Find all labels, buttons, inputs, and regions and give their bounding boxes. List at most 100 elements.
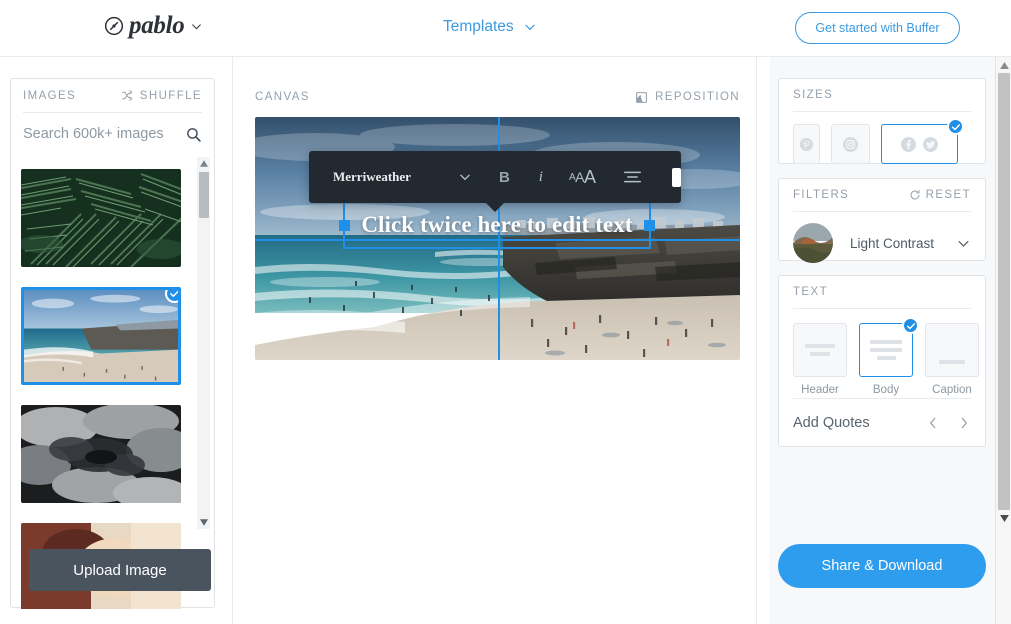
- filters-title: FILTERS: [793, 189, 850, 201]
- check-icon: [947, 118, 964, 135]
- shuffle-button[interactable]: SHUFFLE: [121, 89, 202, 102]
- chevron-right-icon[interactable]: [957, 416, 971, 430]
- reposition-label: REPOSITION: [655, 91, 740, 103]
- preview-bar: [805, 344, 835, 348]
- toolbar-pointer: [486, 203, 504, 212]
- reset-filters-button[interactable]: RESET: [909, 189, 971, 201]
- templates-menu[interactable]: Templates: [443, 18, 537, 36]
- text-header: TEXT: [793, 276, 971, 309]
- pinterest-icon: [799, 137, 814, 151]
- preview-bar: [870, 348, 902, 352]
- reset-circle-icon: [910, 190, 920, 200]
- text-title: TEXT: [793, 286, 828, 298]
- font-family-selector[interactable]: Merriweather: [333, 169, 411, 185]
- search-input[interactable]: [23, 126, 173, 142]
- chevron-down-icon: [460, 174, 470, 181]
- filter-selector[interactable]: Light Contrast: [779, 212, 985, 263]
- resize-handle-left[interactable]: [339, 219, 350, 231]
- preview-bar: [876, 356, 896, 360]
- search-row: [23, 113, 202, 155]
- instagram-icon: [843, 136, 858, 152]
- header-style-preview: [793, 323, 847, 377]
- shuffle-icon: [121, 90, 133, 101]
- align-button[interactable]: [623, 170, 642, 184]
- text-style-label: Header: [801, 384, 839, 396]
- scrollbar-thumb[interactable]: [199, 172, 209, 218]
- filter-name: Light Contrast: [850, 235, 935, 251]
- text-style-body[interactable]: Body: [859, 317, 919, 396]
- images-panel: IMAGES SHUFFLE Search 600k+ images Uploa…: [10, 78, 215, 609]
- preview-bar: [810, 352, 830, 356]
- page-scrollbar[interactable]: [995, 57, 1011, 624]
- pablo-app: pablo Templates Get started with Buffer …: [0, 0, 1011, 624]
- filters-card: FILTERS RESET Light Contrast: [778, 178, 986, 263]
- chevron-down-icon: [190, 20, 203, 33]
- triangle-down-icon[interactable]: [996, 510, 1011, 526]
- thumb-list-inner: [21, 169, 191, 609]
- facebook-icon: [901, 136, 916, 152]
- quotes-navigation: [926, 416, 971, 430]
- share-and-download-button[interactable]: Share & Download: [778, 544, 986, 588]
- sizes-header: SIZES: [793, 79, 971, 112]
- get-started-with-buffer-button[interactable]: Get started with Buffer: [795, 12, 960, 44]
- size-option-facebook-twitter[interactable]: [881, 118, 964, 164]
- add-quotes-row: Add Quotes: [793, 398, 971, 446]
- canvas-section: CANVAS REPOSITION Click twice here to ed…: [232, 57, 757, 624]
- list-item[interactable]: [21, 169, 181, 267]
- image-thumbnail-list[interactable]: [21, 169, 206, 609]
- canvas-label: CANVAS: [255, 91, 310, 103]
- reposition-button[interactable]: REPOSITION: [635, 91, 740, 104]
- preview-bar: [939, 360, 965, 364]
- sizes-title: SIZES: [793, 89, 834, 101]
- reset-label: RESET: [925, 189, 971, 201]
- triangle-down-icon[interactable]: [197, 516, 210, 529]
- italic-button[interactable]: i: [539, 169, 543, 186]
- app-header: pablo Templates Get started with Buffer: [0, 0, 1011, 57]
- text-style-caption[interactable]: Caption: [925, 323, 979, 396]
- list-item[interactable]: [21, 405, 181, 503]
- resize-handle-right[interactable]: [644, 219, 655, 231]
- search-icon[interactable]: [185, 126, 202, 143]
- list-item[interactable]: [21, 287, 181, 385]
- align-center-icon: [623, 171, 641, 183]
- beach-coastline-thumbnail: [24, 290, 178, 382]
- page-scrollbar-thumb[interactable]: [998, 73, 1010, 510]
- text-style-label: Caption: [932, 384, 972, 396]
- check-icon: [902, 317, 919, 334]
- font-size-button[interactable]: AAA: [569, 167, 596, 188]
- check-icon: [165, 290, 178, 303]
- pablo-logo[interactable]: pablo: [104, 12, 203, 40]
- size-option-instagram[interactable]: [831, 124, 870, 164]
- images-scrollbar[interactable]: [197, 157, 210, 529]
- text-style-label: Body: [872, 384, 900, 396]
- twitter-icon: [923, 136, 938, 152]
- images-panel-title: IMAGES: [23, 89, 77, 102]
- sizes-options: [779, 112, 985, 164]
- triangle-up-icon[interactable]: [197, 157, 210, 170]
- green-ferns-thumbnail: [21, 169, 181, 267]
- caption-style-preview: [925, 323, 979, 377]
- images-panel-header: IMAGES SHUFFLE: [23, 79, 202, 113]
- size-option-pinterest[interactable]: [793, 124, 820, 164]
- pablo-circle-slash-icon: [104, 16, 124, 36]
- sizes-card: SIZES: [778, 78, 986, 164]
- preview-bar: [870, 340, 902, 344]
- font-size-large: A: [583, 166, 596, 187]
- body-style-preview: [859, 317, 919, 377]
- chevron-left-icon[interactable]: [926, 416, 940, 430]
- upload-image-button[interactable]: Upload Image: [29, 549, 211, 591]
- chevron-down-icon[interactable]: [956, 236, 971, 251]
- text-style-header[interactable]: Header: [793, 323, 847, 396]
- text-card: TEXT Header Body Caption Add Quotes: [778, 275, 986, 447]
- templates-label: Templates: [443, 18, 514, 35]
- bold-button[interactable]: B: [499, 169, 510, 186]
- filter-preview-thumbnail: [793, 223, 833, 263]
- shuffle-label: SHUFFLE: [139, 89, 202, 102]
- triangle-up-icon[interactable]: [996, 57, 1011, 73]
- font-dropdown-chevron[interactable]: [458, 170, 472, 184]
- canvas-area[interactable]: Click twice here to edit text Merriweath…: [255, 117, 740, 360]
- filters-header: FILTERS RESET: [793, 179, 971, 212]
- text-color-swatch[interactable]: [671, 167, 681, 187]
- text-format-toolbar: Merriweather B i AAA: [309, 151, 681, 212]
- add-quotes-label[interactable]: Add Quotes: [793, 415, 870, 431]
